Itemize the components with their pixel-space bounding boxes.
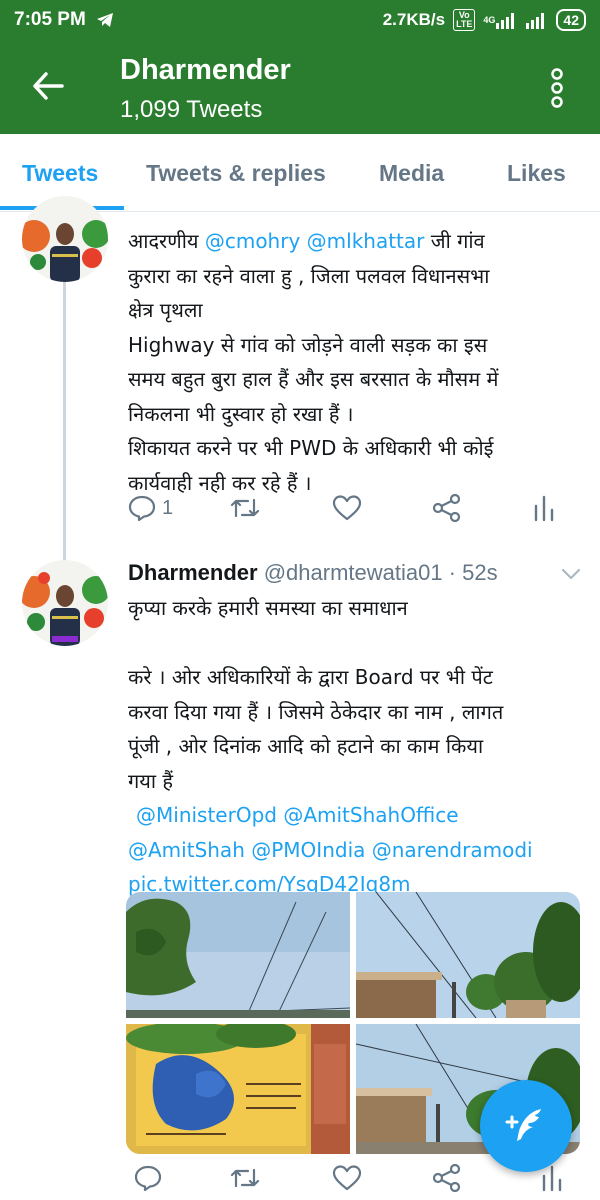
app-bar: Dharmender 1,099 Tweets	[0, 40, 600, 134]
status-time: 7:05 PM	[14, 9, 86, 30]
signal-icon: 4G	[483, 11, 518, 29]
media-photo[interactable]	[126, 892, 350, 1018]
battery-icon: 42	[556, 9, 586, 31]
tweet-line: कुरारा का रहने वाला हु , जिला पलवल विधान…	[128, 263, 490, 288]
tweet-line: कृप्या करके हमारी समस्या का समाधान	[128, 596, 408, 620]
compose-feather-icon	[505, 1109, 541, 1141]
status-bar: 7:05 PM 2.7KB/s Vo LTE 4G 42	[0, 0, 600, 40]
network-speed: 2.7KB/s	[382, 10, 446, 29]
tweet-body: आदरणीय @cmohry @mlkhattar जी गांव कुरारा…	[128, 224, 578, 500]
tweet-line: @MinisterOpd @AmitShahOffice	[128, 798, 578, 833]
tab-tweets-replies[interactable]: Tweets & replies	[146, 160, 326, 187]
tweet-line: करे । ओर अधिकारियों के द्वारा Board पर भ…	[128, 665, 493, 689]
mention-link[interactable]: @narendramodi	[372, 838, 533, 862]
tweet-line: Highway से गांव को जोड़ने वाली सड़क का इ…	[128, 332, 488, 357]
tweet-line: क्षेत्र पृथला	[128, 298, 203, 322]
chevron-down-icon	[561, 568, 581, 580]
retweet-button[interactable]	[228, 1164, 262, 1192]
avatar[interactable]	[22, 196, 108, 282]
analytics-icon	[534, 495, 554, 522]
tweet-line: गया हैं	[128, 768, 174, 793]
overflow-menu-button[interactable]	[540, 66, 574, 110]
telegram-icon	[96, 12, 114, 28]
mention-link[interactable]: @PMOIndia	[251, 838, 365, 862]
tweet-line: समय बहुत बुरा हाल हैं और इस बरसात के मौस…	[128, 367, 499, 391]
mention-link[interactable]: @MinisterOpd	[136, 803, 277, 827]
reply-icon	[134, 1165, 162, 1192]
volte-bottom-label: LTE	[456, 19, 473, 29]
share-icon	[432, 494, 461, 522]
signal-icon-2	[526, 11, 548, 29]
mention-link[interactable]: @cmohry	[205, 229, 300, 253]
avatar[interactable]	[22, 560, 108, 646]
share-button[interactable]	[432, 494, 462, 522]
tweet-line: @AmitShah @PMOIndia @narendramodi	[128, 833, 578, 868]
author-handle-time: @dharmtewatia01 · 52s	[257, 560, 498, 585]
tweet-line: निकलना भी दुस्वार हो रखा हैं ।	[128, 401, 354, 426]
media-photo[interactable]	[126, 1024, 350, 1154]
tweet-body: कृप्या करके हमारी समस्या का समाधान करे ।…	[128, 591, 578, 902]
tweet-menu-button[interactable]	[556, 562, 586, 586]
tweet-line: आदरणीय @cmohry @mlkhattar जी गांव	[128, 224, 578, 259]
reply-count: 1	[162, 496, 174, 519]
volte-icon: Vo LTE	[453, 9, 476, 31]
tab-media[interactable]: Media	[379, 160, 444, 187]
compose-tweet-button[interactable]	[480, 1080, 572, 1172]
tweet-header: Dharmender @dharmtewatia01 · 52s	[128, 560, 588, 586]
retweet-button[interactable]	[228, 494, 262, 522]
author-name[interactable]: Dharmender	[128, 560, 258, 585]
profile-tabs: Tweets Tweets & replies Media Likes	[0, 134, 600, 212]
retweet-icon	[230, 1168, 260, 1188]
mention-link[interactable]: @AmitShah	[128, 838, 245, 862]
tweet-line: पूंजी , ओर दिनांक आदि को हटाने का काम कि…	[128, 734, 484, 758]
reply-button[interactable]: 1	[128, 494, 173, 522]
profile-name: Dharmender	[120, 54, 291, 86]
battery-level: 42	[563, 12, 579, 28]
more-vertical-icon	[551, 68, 563, 108]
reply-icon	[128, 495, 156, 522]
share-icon	[432, 1164, 461, 1192]
tweet-text-segment: आदरणीय	[128, 229, 205, 253]
tweet-actions: 1	[128, 494, 578, 530]
tab-likes[interactable]: Likes	[507, 160, 566, 187]
analytics-button[interactable]	[532, 494, 556, 522]
tab-tweets[interactable]: Tweets	[22, 160, 98, 187]
share-button[interactable]	[432, 1164, 462, 1192]
like-button[interactable]	[332, 1164, 362, 1192]
back-button[interactable]	[26, 64, 70, 108]
tweet-text-segment: जी गांव	[424, 229, 485, 253]
tweet-line: शिकायत करने पर भी PWD के अधिकारी भी कोई	[128, 436, 494, 460]
tweet-line: करवा दिया गया हैं । जिसमे ठेकेदार का नाम…	[128, 699, 504, 724]
heart-icon	[332, 1165, 362, 1191]
tweet-count: 1,099 Tweets	[120, 96, 263, 123]
mention-link[interactable]: @AmitShahOffice	[283, 803, 458, 827]
mention-link[interactable]: @mlkhattar	[307, 229, 425, 253]
reply-button[interactable]	[134, 1164, 162, 1192]
media-photo[interactable]	[356, 892, 580, 1018]
retweet-icon	[230, 498, 260, 518]
like-button[interactable]	[332, 494, 362, 522]
heart-icon	[332, 495, 362, 521]
network-type: 4G	[483, 15, 496, 25]
arrow-left-icon	[33, 72, 64, 100]
